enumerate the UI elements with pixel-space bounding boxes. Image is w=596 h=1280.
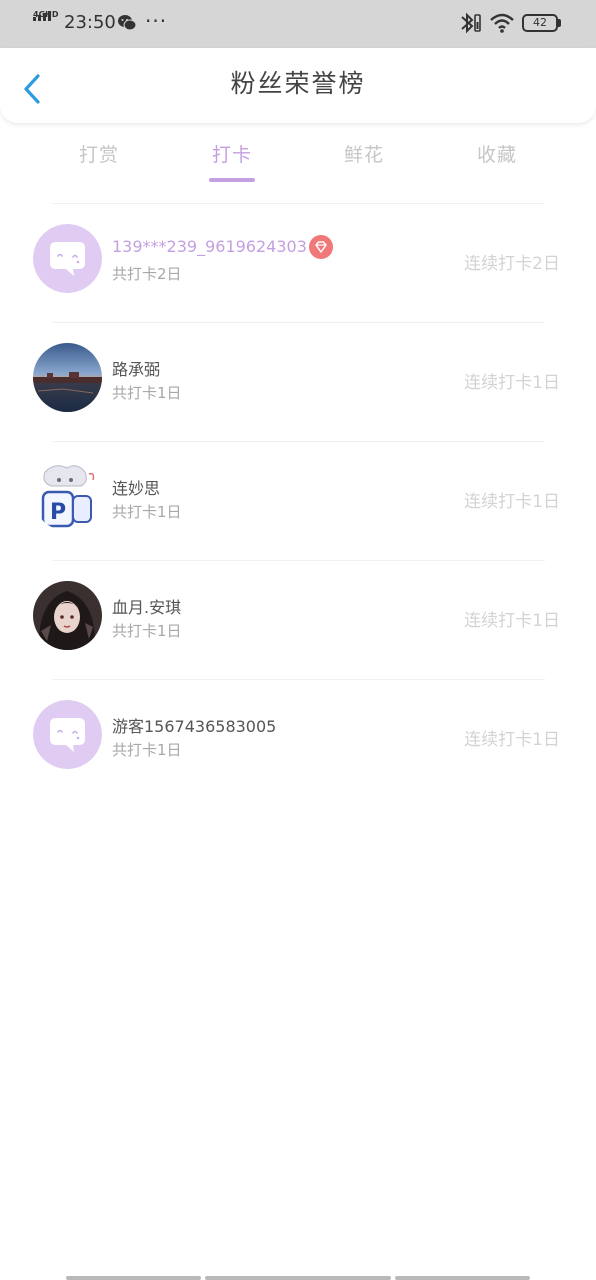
default-chat-avatar-icon (33, 224, 102, 293)
avatar: P (33, 462, 102, 531)
consecutive-checkin-days: 连续打卡1日 (464, 373, 560, 393)
tab-favorites[interactable]: 收藏 (437, 140, 557, 180)
avatar (33, 343, 102, 412)
fan-row[interactable]: 游客1567436583005 共打卡1日 连续打卡1日 (0, 680, 596, 799)
page-title: 粉丝荣誉榜 (230, 69, 366, 98)
battery-icon: 42 (522, 14, 562, 32)
tab-checkin[interactable]: 打卡 (172, 140, 292, 180)
fan-row[interactable]: 139***239_9619624303 共打卡2日 连续打卡2日 (0, 204, 596, 323)
avatar (33, 224, 102, 293)
diamond-badge-icon (309, 235, 333, 259)
consecutive-checkin-days: 连续打卡2日 (464, 254, 560, 274)
fan-row[interactable]: 血月.安琪 共打卡1日 连续打卡1日 (0, 561, 596, 680)
svg-text:P: P (50, 500, 66, 525)
more-notifications-icon: ··· (145, 9, 168, 33)
total-checkin-days: 共打卡1日 (112, 384, 182, 402)
wechat-icon (118, 15, 137, 31)
bluetooth-icon (461, 12, 481, 34)
tab-bar: 打赏 打卡 鲜花 收藏 (0, 130, 596, 186)
landscape-photo-avatar-icon (33, 343, 102, 412)
battery-level: 42 (522, 14, 558, 32)
nav-gesture-bar[interactable] (395, 1276, 530, 1280)
consecutive-checkin-days: 连续打卡1日 (464, 730, 560, 750)
total-checkin-days: 共打卡1日 (112, 503, 182, 521)
clock: 23:50 (64, 12, 116, 33)
fan-row[interactable]: 路承弼 共打卡1日 连续打卡1日 (0, 323, 596, 442)
total-checkin-days: 共打卡2日 (112, 265, 182, 283)
nav-gesture-bar[interactable] (205, 1276, 391, 1280)
nav-gesture-bar[interactable] (66, 1276, 201, 1280)
consecutive-checkin-days: 连续打卡1日 (464, 611, 560, 631)
fan-row[interactable]: P 连妙思 共打卡1日 连续打卡1日 (0, 442, 596, 561)
default-chat-avatar-icon (33, 700, 102, 769)
avatar (33, 581, 102, 650)
consecutive-checkin-days: 连续打卡1日 (464, 492, 560, 512)
user-name: 139***239_9619624303 (112, 237, 307, 256)
user-name: 路承弼 (112, 360, 161, 379)
user-name: 游客1567436583005 (112, 717, 277, 736)
user-name: 连妙思 (112, 479, 161, 498)
header: 粉丝荣誉榜 (0, 48, 596, 124)
active-tab-indicator (209, 178, 255, 182)
tab-reward[interactable]: 打赏 (39, 140, 159, 180)
dark-hair-girl-avatar-icon (33, 581, 102, 650)
total-checkin-days: 共打卡1日 (112, 622, 182, 640)
wifi-icon (490, 13, 514, 33)
total-checkin-days: 共打卡1日 (112, 741, 182, 759)
tab-flowers[interactable]: 鲜花 (304, 140, 424, 180)
avatar (33, 700, 102, 769)
user-name: 血月.安琪 (112, 598, 182, 617)
anime-character-avatar-icon: P (33, 462, 102, 531)
